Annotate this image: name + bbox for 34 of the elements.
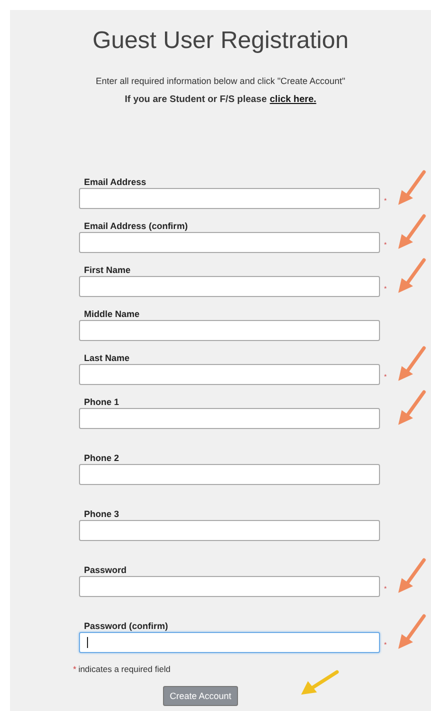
annotation-arrow-icon	[398, 614, 426, 649]
input-field[interactable]	[79, 188, 380, 209]
required-note-text: indicates a required field	[78, 664, 170, 674]
annotation-arrow-icon	[398, 170, 426, 205]
field-label: First Name	[84, 264, 132, 276]
annotation-arrow-icon	[398, 558, 426, 593]
annotation-arrow-icon	[398, 214, 426, 249]
input-field[interactable]	[79, 520, 380, 541]
input-field[interactable]	[79, 320, 380, 341]
field-label: Phone 3	[84, 508, 120, 520]
annotation-arrow-icon	[398, 390, 426, 425]
field-label: Password (confirm)	[84, 620, 170, 632]
input-field[interactable]	[79, 632, 380, 653]
required-asterisk: *	[73, 664, 76, 674]
annotation-arrow-icon	[398, 258, 426, 293]
field-label: Email Address	[84, 176, 148, 188]
input-field[interactable]	[79, 464, 380, 485]
input-field[interactable]	[79, 408, 380, 429]
field-label: Middle Name	[84, 308, 141, 320]
field-label: Password	[84, 564, 128, 576]
field-label: Phone 1	[84, 396, 120, 408]
student-note-text: If you are Student or F/S please	[124, 94, 267, 105]
input-field[interactable]	[79, 364, 380, 385]
page-title: Guest User Registration	[91, 26, 350, 55]
input-field[interactable]	[79, 232, 380, 253]
field-label: Last Name	[84, 352, 131, 364]
instructions-text: Enter all required information below and click "Create Account"	[94, 75, 346, 87]
annotation-arrow-icon	[398, 346, 426, 381]
input-field[interactable]	[79, 576, 380, 597]
click-here-link[interactable]: click here.	[270, 94, 316, 105]
input-field[interactable]	[79, 276, 380, 297]
annotation-arrow-icon	[301, 670, 339, 695]
field-label: Email Address (confirm)	[84, 220, 189, 232]
field-label: Phone 2	[84, 452, 120, 464]
